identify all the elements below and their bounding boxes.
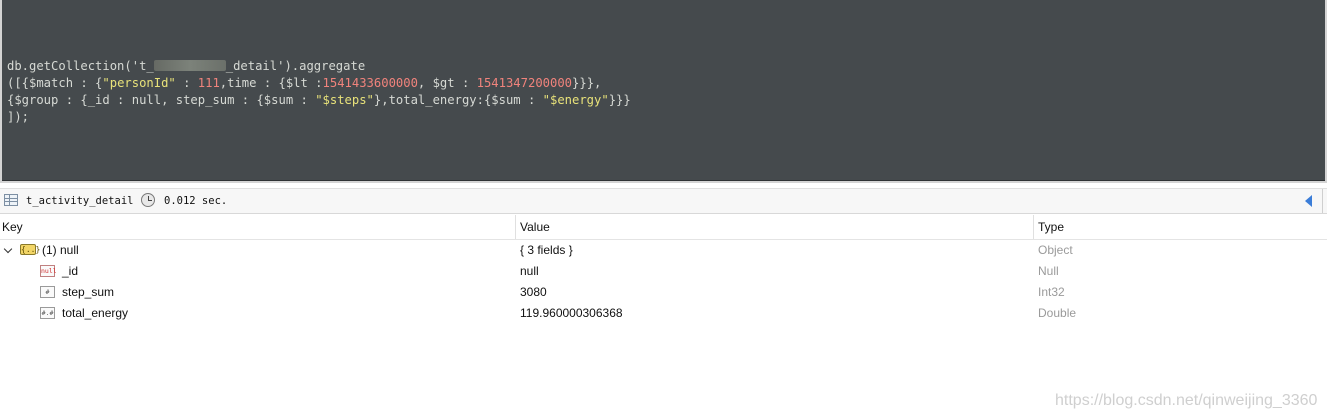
- column-divider[interactable]: [515, 215, 516, 239]
- code-line-3: {$group : {_id : null, step_sum : {$sum …: [7, 93, 631, 107]
- row-value: 3080: [520, 285, 547, 299]
- row-value: { 3 fields }: [520, 243, 573, 257]
- row-type: Object: [1038, 243, 1073, 257]
- code-line-1-part-b: _detail').aggregate: [225, 59, 366, 73]
- object-icon: {..}: [20, 244, 41, 255]
- row-value: null: [520, 264, 539, 278]
- table-view-icon[interactable]: [4, 194, 18, 206]
- clock-icon: [141, 193, 155, 207]
- status-divider: [1322, 189, 1323, 213]
- row-key: total_energy: [62, 306, 129, 320]
- column-divider[interactable]: [1033, 215, 1034, 239]
- row-key: step_sum: [62, 285, 115, 299]
- code-line-1: db.getCollection('t_ _detail').aggregate: [7, 59, 365, 73]
- previous-page-arrow-icon[interactable]: [1305, 195, 1312, 207]
- column-header-type[interactable]: Type: [1038, 220, 1064, 234]
- table-row[interactable]: #.# total_energy 119.960000306368 Double: [0, 303, 1327, 324]
- code-line-2: ([{$match : {"personId" : 111,time : {$l…: [7, 76, 602, 90]
- code-line-4: ]);: [7, 110, 30, 124]
- query-code[interactable]: db.getCollection('t_ _detail').aggregate …: [7, 58, 631, 126]
- row-key: _id: [62, 264, 79, 278]
- chevron-down-icon[interactable]: [3, 244, 13, 254]
- code-line-1-part-a: db.getCollection('t_: [7, 59, 154, 73]
- column-header-key[interactable]: Key: [2, 220, 23, 234]
- column-header-value[interactable]: Value: [520, 220, 550, 234]
- row-type: Double: [1038, 306, 1077, 320]
- query-editor[interactable]: db.getCollection('t_ _detail').aggregate …: [2, 0, 1325, 181]
- row-value: 119.960000306368: [520, 306, 623, 320]
- query-editor-frame: db.getCollection('t_ _detail').aggregate …: [0, 0, 1327, 183]
- table-row[interactable]: {..} (1) null { 3 fields } Object: [0, 240, 1327, 261]
- table-row[interactable]: # step_sum 3080 Int32: [0, 282, 1327, 303]
- row-type: Int32: [1038, 285, 1065, 299]
- results-status-bar: t_activity_detail 0.012 sec.: [0, 188, 1327, 214]
- results-tree-table: Key Value Type {..} (1) null { 3 fields …: [0, 215, 1327, 324]
- table-row[interactable]: null _id null Null: [0, 261, 1327, 282]
- row-type: Null: [1038, 264, 1059, 278]
- null-icon: null: [40, 265, 57, 277]
- watermark: https://blog.csdn.net/qinweijing_3360: [1055, 392, 1318, 409]
- table-header: Key Value Type: [0, 215, 1327, 240]
- int-icon: #: [40, 286, 55, 298]
- query-time: 0.012 sec.: [164, 195, 228, 207]
- collection-name: t_activity_detail: [26, 195, 134, 207]
- row-key: (1) null: [42, 243, 79, 257]
- redacted-text: [153, 60, 226, 71]
- double-icon: #.#: [40, 307, 55, 319]
